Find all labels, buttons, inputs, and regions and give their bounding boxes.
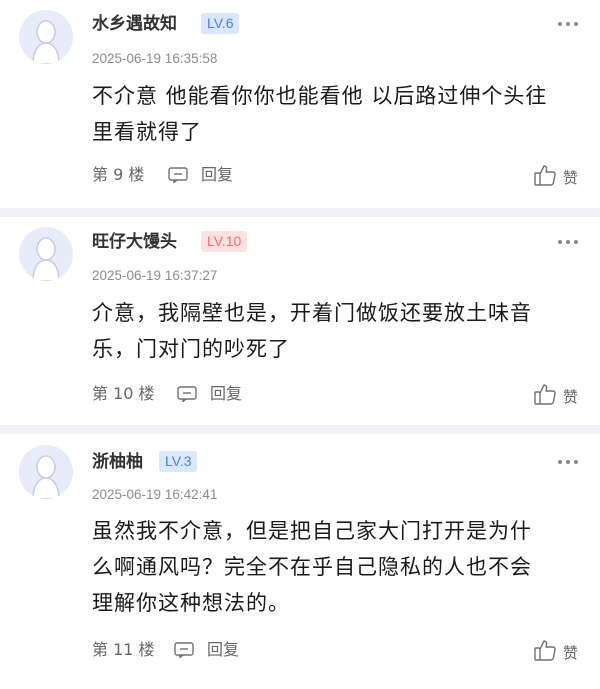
comment-item: 旺仔大馒头 LV.10 2025-06-19 16:37:27 介意，我隔壁也是…: [0, 217, 600, 425]
content-line: 里看就得了: [92, 120, 202, 144]
reply-label: 回复: [210, 384, 243, 403]
thumbs-up-icon: [534, 640, 556, 661]
content-line: 虽然我不介意，但是把自己家大门打开是为什: [92, 519, 532, 543]
floor-number: 第 10 楼: [92, 384, 155, 403]
more-dots-icon[interactable]: [558, 20, 582, 28]
content-line: 乐，门对门的吵死了: [92, 337, 290, 361]
content-line: 理解你这种想法的。: [92, 591, 290, 615]
avatar-silhouette-icon: [19, 445, 73, 499]
more-dots-icon[interactable]: [558, 238, 582, 246]
level-badge: LV.10: [201, 231, 248, 252]
reply-comment-icon: [174, 642, 194, 658]
avatar[interactable]: [19, 445, 73, 499]
level-badge: LV.3: [159, 451, 198, 472]
thumbs-up-icon: [534, 384, 556, 405]
content-line: 不介意 他能看你你也能看他 以后路过伸个头往: [92, 84, 548, 108]
content-line: 么啊通风吗？完全不在乎自己隐私的人也不会: [92, 555, 532, 579]
timestamp: 2025-06-19 16:42:41: [92, 487, 218, 502]
timestamp: 2025-06-19 16:37:27: [92, 268, 218, 283]
avatar-silhouette-icon: [19, 10, 73, 64]
content-line: 介意，我隔壁也是，开着门做饭还要放土味音: [92, 301, 532, 325]
like-button[interactable]: 赞: [534, 639, 584, 663]
reply-comment-icon: [177, 386, 197, 402]
comment-content: 虽然我不介意，但是把自己家大门打开是为什 么啊通风吗？完全不在乎自己隐私的人也不…: [92, 513, 582, 621]
floor-number: 第 9 楼: [92, 165, 145, 184]
like-button[interactable]: 赞: [534, 383, 584, 407]
reply-label: 回复: [207, 640, 240, 659]
comment-item: 浙柚柚 LV.3 2025-06-19 16:42:41 虽然我不介意，但是把自…: [0, 434, 600, 689]
reply-comment-icon: [168, 167, 188, 183]
level-badge: LV.6: [201, 13, 240, 34]
avatar[interactable]: [19, 10, 73, 64]
username[interactable]: 旺仔大馒头: [92, 231, 177, 253]
like-label: 赞: [563, 644, 579, 662]
avatar-silhouette-icon: [19, 227, 73, 281]
reply-button[interactable]: 回复: [168, 165, 248, 187]
divider: [0, 425, 600, 434]
avatar[interactable]: [19, 227, 73, 281]
reply-label: 回复: [201, 165, 234, 184]
reply-button[interactable]: 回复: [174, 640, 254, 662]
like-label: 赞: [563, 388, 579, 406]
divider: [0, 208, 600, 217]
comment-item: 水乡遇故知 LV.6 2025-06-19 16:35:58 不介意 他能看你你…: [0, 0, 600, 208]
floor-number: 第 11 楼: [92, 640, 155, 659]
timestamp: 2025-06-19 16:35:58: [92, 51, 218, 66]
thumbs-up-icon: [534, 165, 556, 186]
username[interactable]: 水乡遇故知: [92, 13, 177, 35]
more-dots-icon[interactable]: [558, 458, 582, 466]
username[interactable]: 浙柚柚: [92, 451, 143, 473]
reply-button[interactable]: 回复: [177, 384, 257, 406]
comment-content: 介意，我隔壁也是，开着门做饭还要放土味音 乐，门对门的吵死了: [92, 295, 582, 367]
like-label: 赞: [563, 169, 579, 187]
like-button[interactable]: 赞: [534, 164, 584, 188]
comment-content: 不介意 他能看你你也能看他 以后路过伸个头往 里看就得了: [92, 78, 582, 150]
